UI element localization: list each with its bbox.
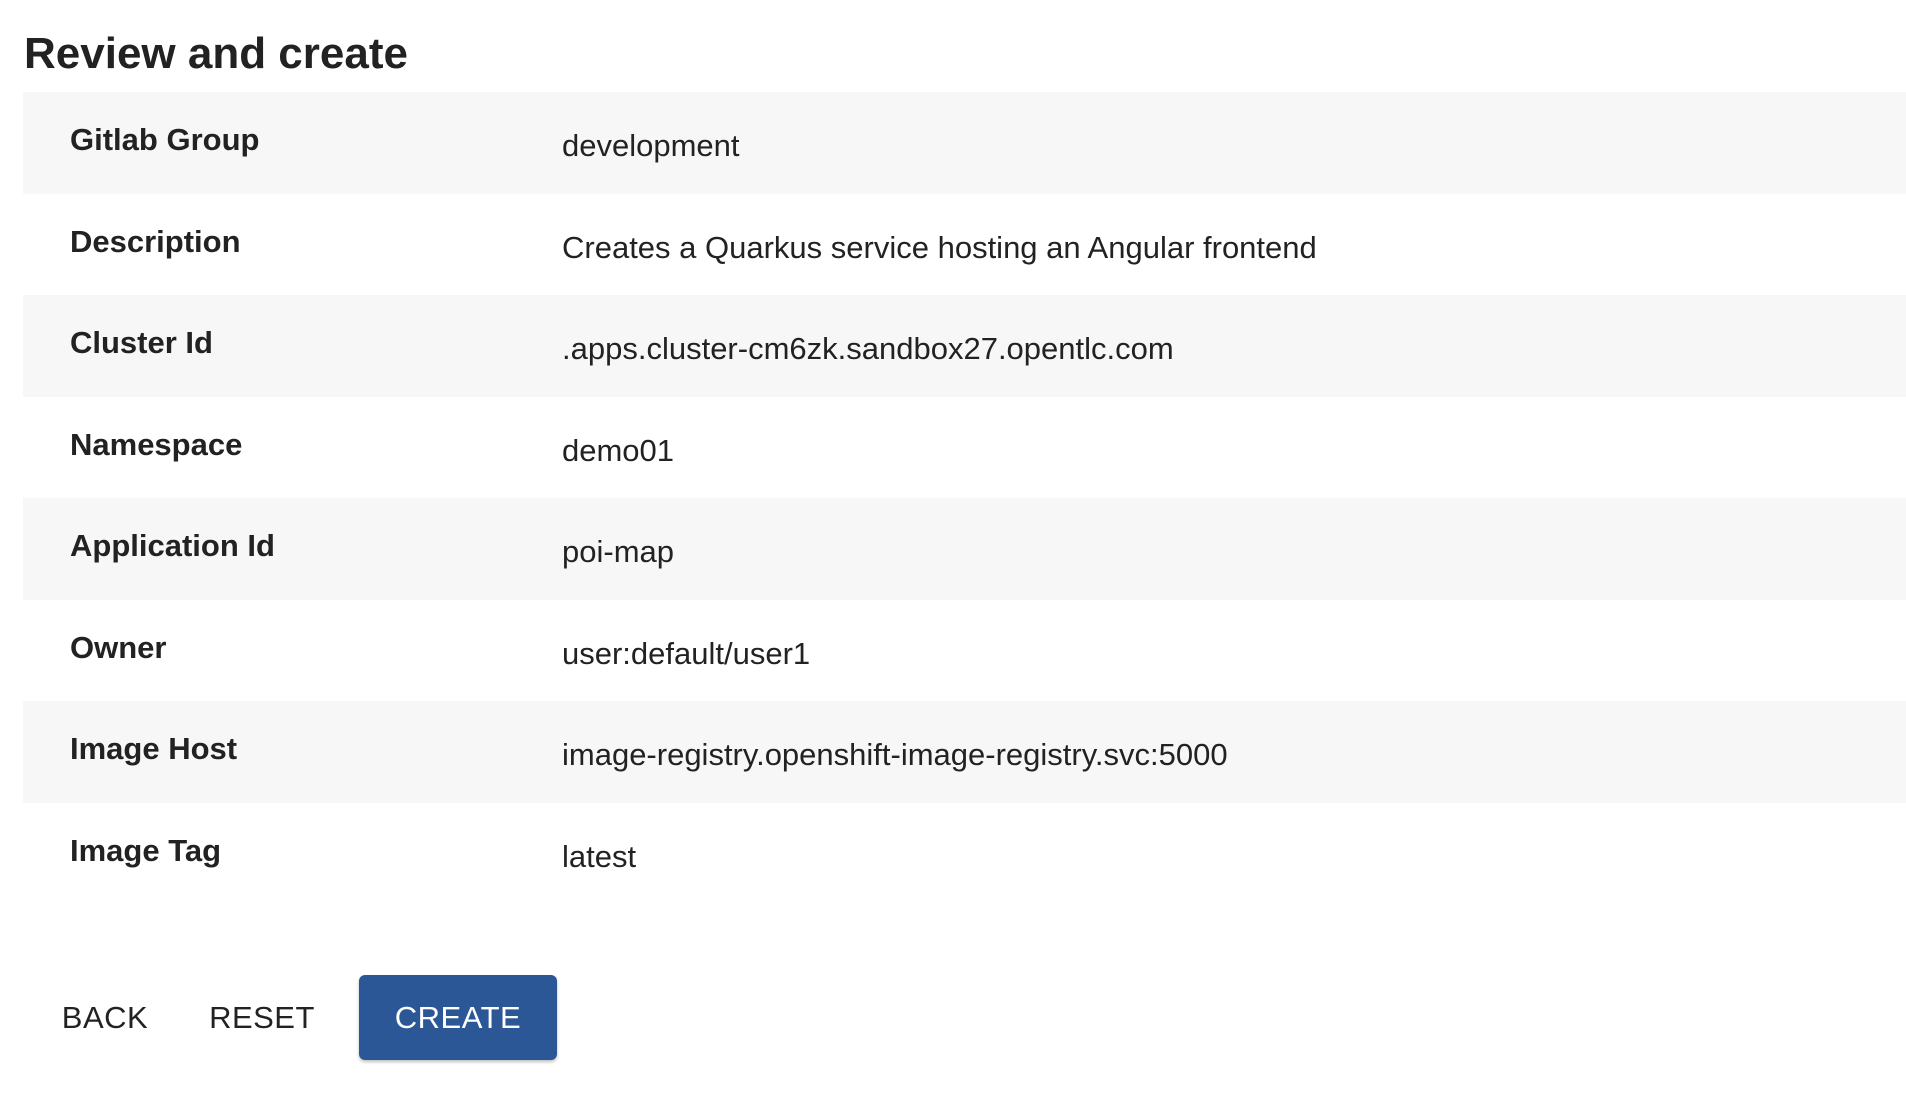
row-value: latest bbox=[562, 838, 637, 874]
review-row-description: Description Creates a Quarkus service ho… bbox=[23, 193, 1906, 295]
row-label: Namespace bbox=[70, 426, 243, 462]
review-row-namespace: Namespace demo01 bbox=[23, 396, 1906, 498]
row-label: Cluster Id bbox=[70, 325, 213, 360]
row-value: user:default/user1 bbox=[562, 635, 811, 671]
row-label: Owner bbox=[70, 629, 167, 665]
form-actions: BACK RESET CREATE bbox=[35, 975, 557, 1060]
review-row-image-tag: Image Tag latest bbox=[23, 802, 1906, 904]
back-button[interactable]: BACK bbox=[35, 975, 175, 1060]
review-row-application-id: Application Id poi-map bbox=[23, 498, 1906, 600]
reset-button[interactable]: RESET bbox=[175, 975, 349, 1060]
row-value: .apps.cluster-cm6zk.sandbox27.opentlc.co… bbox=[562, 331, 1174, 366]
row-label: Image Tag bbox=[70, 832, 222, 868]
review-row-owner: Owner user:default/user1 bbox=[23, 599, 1906, 701]
row-value: development bbox=[562, 128, 740, 163]
row-label: Description bbox=[70, 223, 241, 259]
row-value: demo01 bbox=[562, 432, 675, 468]
row-label: Gitlab Group bbox=[70, 122, 260, 157]
row-label: Image Host bbox=[70, 731, 238, 766]
row-value: image-registry.openshift-image-registry.… bbox=[562, 737, 1228, 772]
review-row-gitlab-group: Gitlab Group development bbox=[23, 92, 1906, 194]
review-row-cluster-id: Cluster Id .apps.cluster-cm6zk.sandbox27… bbox=[23, 295, 1906, 397]
row-value: poi-map bbox=[562, 534, 674, 569]
row-label: Application Id bbox=[70, 528, 275, 563]
row-value: Creates a Quarkus service hosting an Ang… bbox=[562, 229, 1317, 265]
review-row-image-host: Image Host image-registry.openshift-imag… bbox=[23, 701, 1906, 803]
page-title: Review and create bbox=[24, 29, 408, 78]
create-button[interactable]: CREATE bbox=[359, 975, 557, 1060]
review-table: Gitlab Group development Description Cre… bbox=[23, 92, 1906, 904]
